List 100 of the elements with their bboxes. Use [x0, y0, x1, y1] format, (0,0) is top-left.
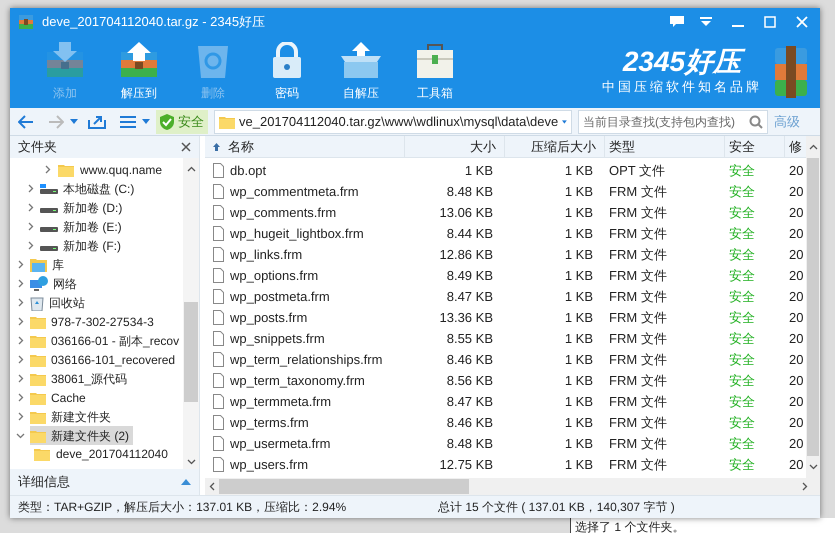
table-cell-text: 20	[789, 372, 804, 390]
column-header[interactable]: 类型	[605, 136, 725, 158]
chevron-right-icon[interactable]	[16, 412, 25, 421]
file-name[interactable]: wp_users.frm	[230, 454, 308, 474]
chevron-right-icon[interactable]	[16, 279, 25, 288]
dropdown-menu-icon[interactable]	[700, 17, 712, 27]
table-cell-text: FRM 文件	[609, 308, 667, 327]
file-icon	[213, 457, 224, 472]
caret-down-icon[interactable]	[142, 119, 150, 124]
table-cell-text: 安全	[729, 162, 755, 180]
chevron-right-icon[interactable]	[16, 374, 25, 383]
scroll-left-icon[interactable]	[209, 482, 215, 491]
file-name[interactable]: wp_hugeit_lightbox.frm	[230, 224, 364, 244]
scrollbar-thumb[interactable]	[219, 479, 469, 494]
scroll-down-icon[interactable]	[186, 459, 196, 465]
chevron-right-icon[interactable]	[16, 298, 25, 307]
table-cell-text: 12.75 KB	[440, 456, 493, 474]
library-icon	[30, 257, 47, 272]
file-name[interactable]: wp_links.frm	[230, 244, 302, 264]
caret-down-icon[interactable]	[70, 119, 78, 124]
scroll-down-icon[interactable]	[808, 464, 818, 470]
tree-item[interactable]: www.quq.name	[10, 160, 183, 179]
chevron-right-icon[interactable]	[16, 260, 25, 269]
file-icon	[213, 226, 224, 241]
tree-item[interactable]: Cache	[30, 388, 90, 407]
column-header[interactable]: 压缩后大小	[505, 136, 605, 158]
back-arrow-icon[interactable]	[18, 114, 34, 128]
table-cell-text: 20	[789, 392, 804, 411]
file-name[interactable]: db.opt	[230, 160, 266, 180]
vertical-scrollbar[interactable]	[183, 158, 199, 469]
tree-item[interactable]: 回收站	[30, 293, 89, 312]
tree-item[interactable]: 本地磁盘 (C:)	[40, 179, 138, 198]
chevron-right-icon[interactable]	[16, 336, 25, 345]
scroll-right-icon[interactable]	[802, 482, 808, 491]
chevron-down-icon[interactable]	[16, 431, 25, 440]
file-name[interactable]: wp_options.frm	[230, 266, 318, 286]
path-field[interactable]: ve_201704112040.tar.gz\www\wdlinux\mysql\data\deve	[214, 110, 572, 134]
tree-item[interactable]: 新加卷 (F:)	[40, 236, 125, 255]
tree-item[interactable]: 库	[30, 255, 68, 274]
chevron-right-icon[interactable]	[16, 355, 25, 364]
file-name[interactable]: wp_commentmeta.frm	[230, 182, 359, 202]
table-cell-text: 8.46 KB	[446, 414, 493, 432]
table-cell-text: FRM 文件	[609, 288, 667, 306]
table-cell-text: 20	[789, 434, 804, 453]
table-cell-text: 8.46 KB	[446, 350, 493, 369]
vertical-scrollbar[interactable]	[806, 136, 820, 478]
file-name[interactable]: wp_termmeta.frm	[230, 392, 332, 412]
file-icon	[213, 289, 224, 304]
chevron-right-icon[interactable]	[43, 165, 52, 174]
tree-item[interactable]: 新建文件夹	[30, 407, 115, 426]
tree-item[interactable]: 036166-01 - 副本_recov	[30, 331, 183, 350]
security-badge[interactable]: 安全	[156, 110, 208, 134]
chevron-right-icon[interactable]	[16, 317, 25, 326]
column-header[interactable]: 安全	[725, 136, 785, 158]
file-name[interactable]: wp_comments.frm	[230, 202, 336, 222]
file-name[interactable]: wp_snippets.frm	[230, 328, 325, 348]
table-cell-text: 20	[789, 308, 804, 327]
horizontal-scrollbar[interactable]	[205, 478, 820, 495]
file-name[interactable]: wp_term_relationships.frm	[230, 350, 382, 370]
list-view-icon[interactable]	[120, 116, 136, 128]
tree-item[interactable]: 036166-101_recovered	[30, 350, 180, 369]
scrollbar-thumb[interactable]	[184, 302, 198, 402]
file-name[interactable]: wp_usermeta.frm	[230, 434, 330, 454]
file-name[interactable]: wp_terms.frm	[230, 412, 309, 432]
file-name[interactable]: wp_posts.frm	[230, 308, 308, 328]
column-header[interactable]: 大小	[405, 136, 505, 158]
chevron-right-icon[interactable]	[26, 222, 35, 231]
tree-item[interactable]: 新加卷 (E:)	[40, 217, 126, 236]
tree-item[interactable]: 38061_源代码	[30, 369, 132, 388]
folder-icon	[30, 372, 46, 386]
search-field[interactable]: 当前目录查找(支持包内查找)	[578, 110, 768, 134]
scroll-up-icon[interactable]	[186, 166, 196, 172]
caret-up-icon[interactable]	[181, 479, 191, 485]
tree-item[interactable]: 新建文件夹 (2)	[30, 426, 133, 445]
scrollbar-thumb[interactable]	[807, 158, 819, 456]
chevron-right-icon[interactable]	[26, 184, 35, 193]
file-name[interactable]: wp_term_taxonomy.frm	[230, 370, 365, 390]
file-name[interactable]: wp_postmeta.frm	[230, 286, 330, 306]
chevron-right-icon[interactable]	[16, 393, 25, 402]
search-icon[interactable]	[749, 114, 763, 128]
table-cell-text: 安全	[729, 456, 755, 474]
maximize-icon[interactable]	[764, 16, 776, 28]
caret-down-icon[interactable]	[562, 118, 567, 124]
scroll-up-icon[interactable]	[808, 144, 818, 150]
tree-item[interactable]: deve_201704112040	[10, 445, 183, 463]
table-cell-text: 8.55 KB	[446, 330, 493, 348]
column-header[interactable]: 名称	[205, 136, 405, 158]
up-folder-icon[interactable]	[88, 114, 106, 128]
chat-bubble-icon[interactable]	[670, 16, 684, 28]
tree-item[interactable]: 网络	[30, 274, 81, 293]
table-cell-text: 安全	[729, 204, 755, 222]
file-icon	[213, 268, 224, 283]
chevron-right-icon[interactable]	[26, 241, 35, 250]
chevron-right-icon[interactable]	[26, 203, 35, 212]
toolbox-icon	[416, 42, 454, 78]
tree-item[interactable]: 978-7-302-27534-3	[30, 312, 158, 331]
tree-item[interactable]: 新加卷 (D:)	[40, 198, 126, 217]
table-cell-text: 1 KB	[564, 266, 593, 285]
close-icon[interactable]	[181, 142, 191, 152]
folder-icon	[30, 334, 46, 348]
